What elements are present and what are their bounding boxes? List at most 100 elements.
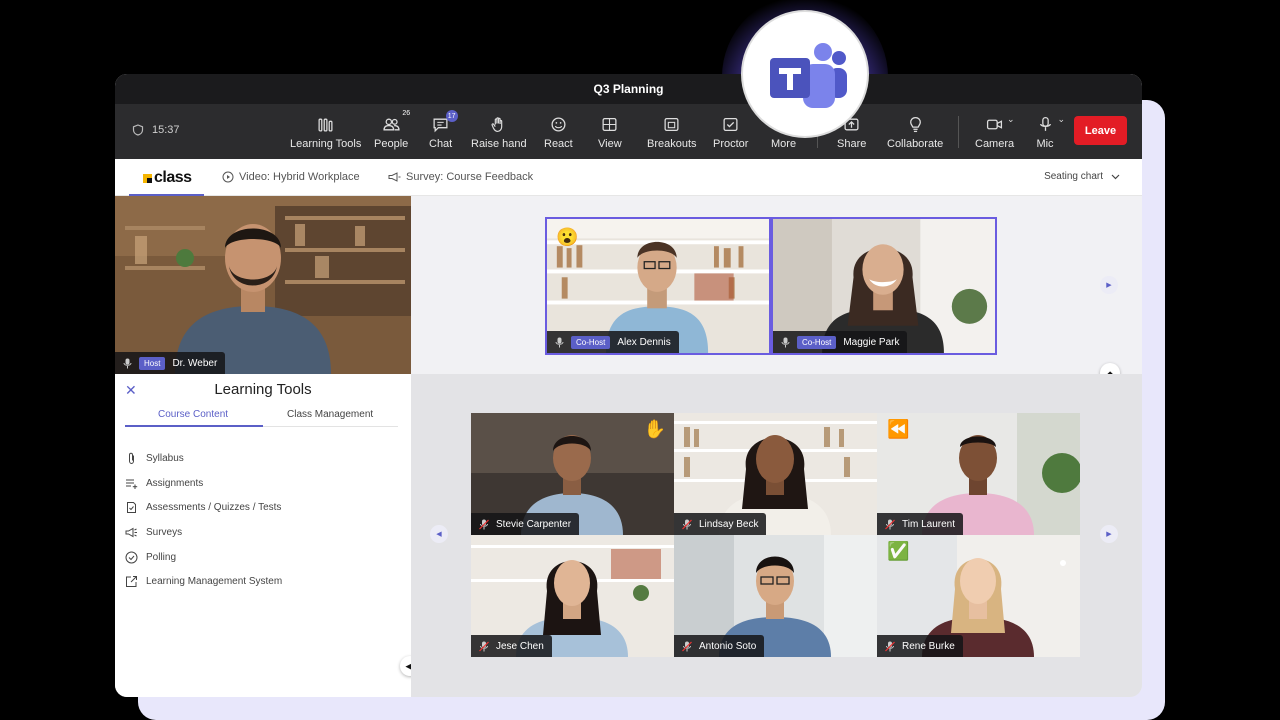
reaction-raise-hand-icon: ✋ — [643, 419, 666, 439]
collaborate-button[interactable]: Collaborate — [887, 114, 943, 150]
teams-icon — [770, 43, 847, 108]
chevron-left-icon: ◀ — [436, 531, 442, 538]
mic-muted-icon — [885, 641, 895, 651]
people-button[interactable]: 26 People — [374, 110, 410, 150]
learning-tools-list: Syllabus Assignments Assessments / Quizz… — [125, 446, 282, 594]
external-link-icon — [126, 576, 137, 588]
chevron-right-icon: ▶ — [1106, 282, 1112, 289]
list-add-icon — [126, 479, 138, 489]
mic-button[interactable]: ⌄ Mic — [1034, 114, 1065, 150]
close-icon[interactable]: ✕ — [125, 382, 137, 399]
participant-name-tag: Jese Chen — [471, 635, 552, 657]
react-button[interactable]: React — [544, 114, 573, 150]
tab-survey[interactable]: Survey: Course Feedback — [388, 171, 533, 183]
participant-name: Lindsay Beck — [699, 518, 759, 530]
cohost-role-badge: Co-Host — [797, 335, 837, 349]
camera-icon — [987, 119, 1003, 129]
next-page-button[interactable]: ▶ — [1100, 276, 1118, 294]
leave-button[interactable]: Leave — [1074, 116, 1127, 145]
cohost-name-tag: Co-Host Maggie Park — [773, 331, 908, 353]
mic-muted-icon — [479, 519, 489, 529]
class-logo[interactable]: class — [143, 169, 192, 187]
active-tab-indicator — [125, 425, 263, 427]
participant-tile[interactable]: Antonio Soto — [674, 535, 877, 657]
mic-muted-icon — [479, 641, 489, 651]
mic-icon — [555, 337, 564, 347]
megaphone-icon — [388, 172, 401, 182]
tab-video[interactable]: Video: Hybrid Workplace — [222, 171, 360, 183]
mic-icon — [123, 358, 132, 368]
camera-button[interactable]: ⌄ Camera — [975, 114, 1015, 150]
meeting-toolbar: 15:37 Learning Tools 26 People 17 Chat R… — [115, 104, 1142, 159]
bars-icon — [318, 118, 333, 132]
reaction-surprised-icon: 😮 — [556, 227, 579, 247]
host-video-feed — [115, 196, 411, 374]
tab-class-management[interactable]: Class Management — [287, 409, 373, 420]
host-video-tile[interactable]: Host Dr. Weber — [115, 196, 411, 374]
chevron-right-icon: ▶ — [1106, 531, 1112, 538]
paperclip-icon — [129, 452, 134, 464]
tab-course-content[interactable]: Course Content — [158, 409, 228, 420]
bulb-icon — [909, 116, 921, 132]
list-item-syllabus[interactable]: Syllabus — [125, 446, 282, 471]
chevron-down-icon[interactable]: ⌄ — [1007, 114, 1015, 125]
list-item-assessments[interactable]: Assessments / Quizzes / Tests — [125, 495, 282, 520]
participant-tile[interactable]: ⏪ Tim Laurent — [877, 413, 1080, 535]
list-item-assignments[interactable]: Assignments — [125, 471, 282, 496]
chat-button[interactable]: 17 Chat — [429, 110, 458, 150]
cohost-role-badge: Co-Host — [571, 335, 611, 349]
mic-muted-icon — [885, 519, 895, 529]
people-count: 26 — [402, 110, 411, 117]
meeting-window: Q3 Planning 15:37 Learning Tools 26 Peop… — [115, 74, 1142, 697]
participant-name-tag: Lindsay Beck — [674, 513, 767, 535]
participant-tile[interactable]: Lindsay Beck — [674, 413, 877, 535]
view-button[interactable]: View — [598, 114, 622, 150]
view-icon — [602, 117, 617, 131]
chat-count: 17 — [445, 110, 458, 122]
host-name: Dr. Weber — [172, 357, 218, 369]
reaction-rewind-icon: ⏪ — [887, 419, 910, 439]
next-page-button[interactable]: ▶ — [1100, 525, 1118, 543]
seating-chart-dropdown[interactable]: Seating chart — [1044, 171, 1120, 182]
participant-name-tag: Rene Burke — [877, 635, 963, 657]
megaphone-icon — [125, 527, 137, 538]
proctor-icon — [723, 117, 738, 131]
participant-tile[interactable]: ✅ Rene Burke — [877, 535, 1080, 657]
reaction-check-icon: ✅ — [887, 541, 910, 561]
toolbar-divider — [958, 116, 959, 148]
learning-tools-button[interactable]: Learning Tools — [290, 114, 361, 150]
play-circle-icon — [222, 171, 234, 183]
previous-page-button[interactable]: ◀ — [430, 525, 448, 543]
chevron-down-icon — [1111, 174, 1120, 179]
participant-name-tag: Tim Laurent — [877, 513, 963, 535]
participant-tile[interactable]: Jese Chen — [471, 535, 674, 657]
chevron-down-icon[interactable]: ⌄ — [1057, 114, 1065, 125]
participant-name-tag: Antonio Soto — [674, 635, 765, 657]
mic-muted-icon — [682, 641, 692, 651]
participant-name-tag: Stevie Carpenter — [471, 513, 580, 535]
content-tabs-bar: class Video: Hybrid Workplace Survey: Co… — [115, 159, 1142, 196]
participant-name: Tim Laurent — [902, 518, 955, 530]
cohost-tile-alex-dennis[interactable]: 😮 Co-Host Alex Dennis — [545, 217, 771, 355]
timer-text: 15:37 — [152, 124, 180, 136]
class-logo-mark — [143, 173, 152, 183]
breakouts-button[interactable]: Breakouts — [647, 114, 697, 150]
breakouts-icon — [664, 117, 679, 131]
participant-name: Rene Burke — [902, 640, 955, 652]
participant-name: Alex Dennis — [617, 336, 671, 348]
participant-tile[interactable]: ✋ Stevie Carpenter — [471, 413, 674, 535]
clipboard-check-icon — [127, 502, 136, 514]
list-item-lms[interactable]: Learning Management System — [125, 569, 282, 594]
shield-icon — [132, 124, 144, 136]
raise-hand-button[interactable]: Raise hand — [471, 114, 527, 150]
participants-grid: ◀ ▶ ✋ Stevie Carpenter Lindsay Beck ⏪ Ti… — [411, 374, 1142, 697]
list-item-polling[interactable]: Polling — [125, 545, 282, 570]
check-circle-icon — [125, 551, 138, 564]
smile-icon — [551, 116, 566, 132]
cohost-tile-maggie-park[interactable]: Co-Host Maggie Park — [771, 217, 997, 355]
teams-logo — [743, 12, 867, 136]
hand-icon — [491, 116, 503, 132]
window-title: Q3 Planning — [115, 74, 1142, 104]
list-item-surveys[interactable]: Surveys — [125, 520, 282, 545]
learning-tools-panel: Learning Tools ✕ Course Content Class Ma… — [115, 374, 411, 697]
